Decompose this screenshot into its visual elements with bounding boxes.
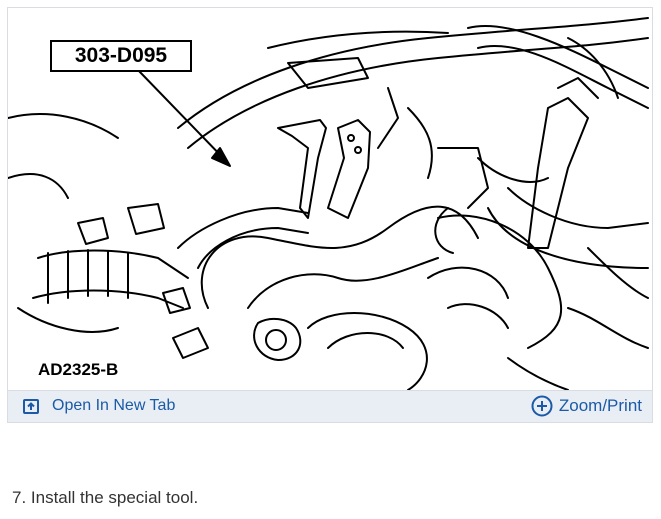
open-in-new-tab-label: Open In New Tab — [52, 397, 176, 414]
plus-circle-icon — [531, 395, 553, 417]
zoom-print-button[interactable]: Zoom/Print — [531, 395, 642, 417]
figure-code: AD2325-B — [38, 360, 119, 379]
zoom-print-label: Zoom/Print — [558, 396, 642, 415]
tool-callout-label: 303-D095 — [50, 40, 192, 72]
step-instruction: 7. Install the special tool. — [12, 488, 199, 507]
open-in-new-tab-button[interactable]: Open In New Tab — [22, 397, 175, 415]
figure-toolbar: Open In New Tab Zoom/Print — [8, 390, 652, 422]
open-in-new-tab-icon — [23, 399, 39, 414]
figure-card: 303-D095 AD2325-B Open In New Tab Zoom/P… — [7, 7, 653, 423]
